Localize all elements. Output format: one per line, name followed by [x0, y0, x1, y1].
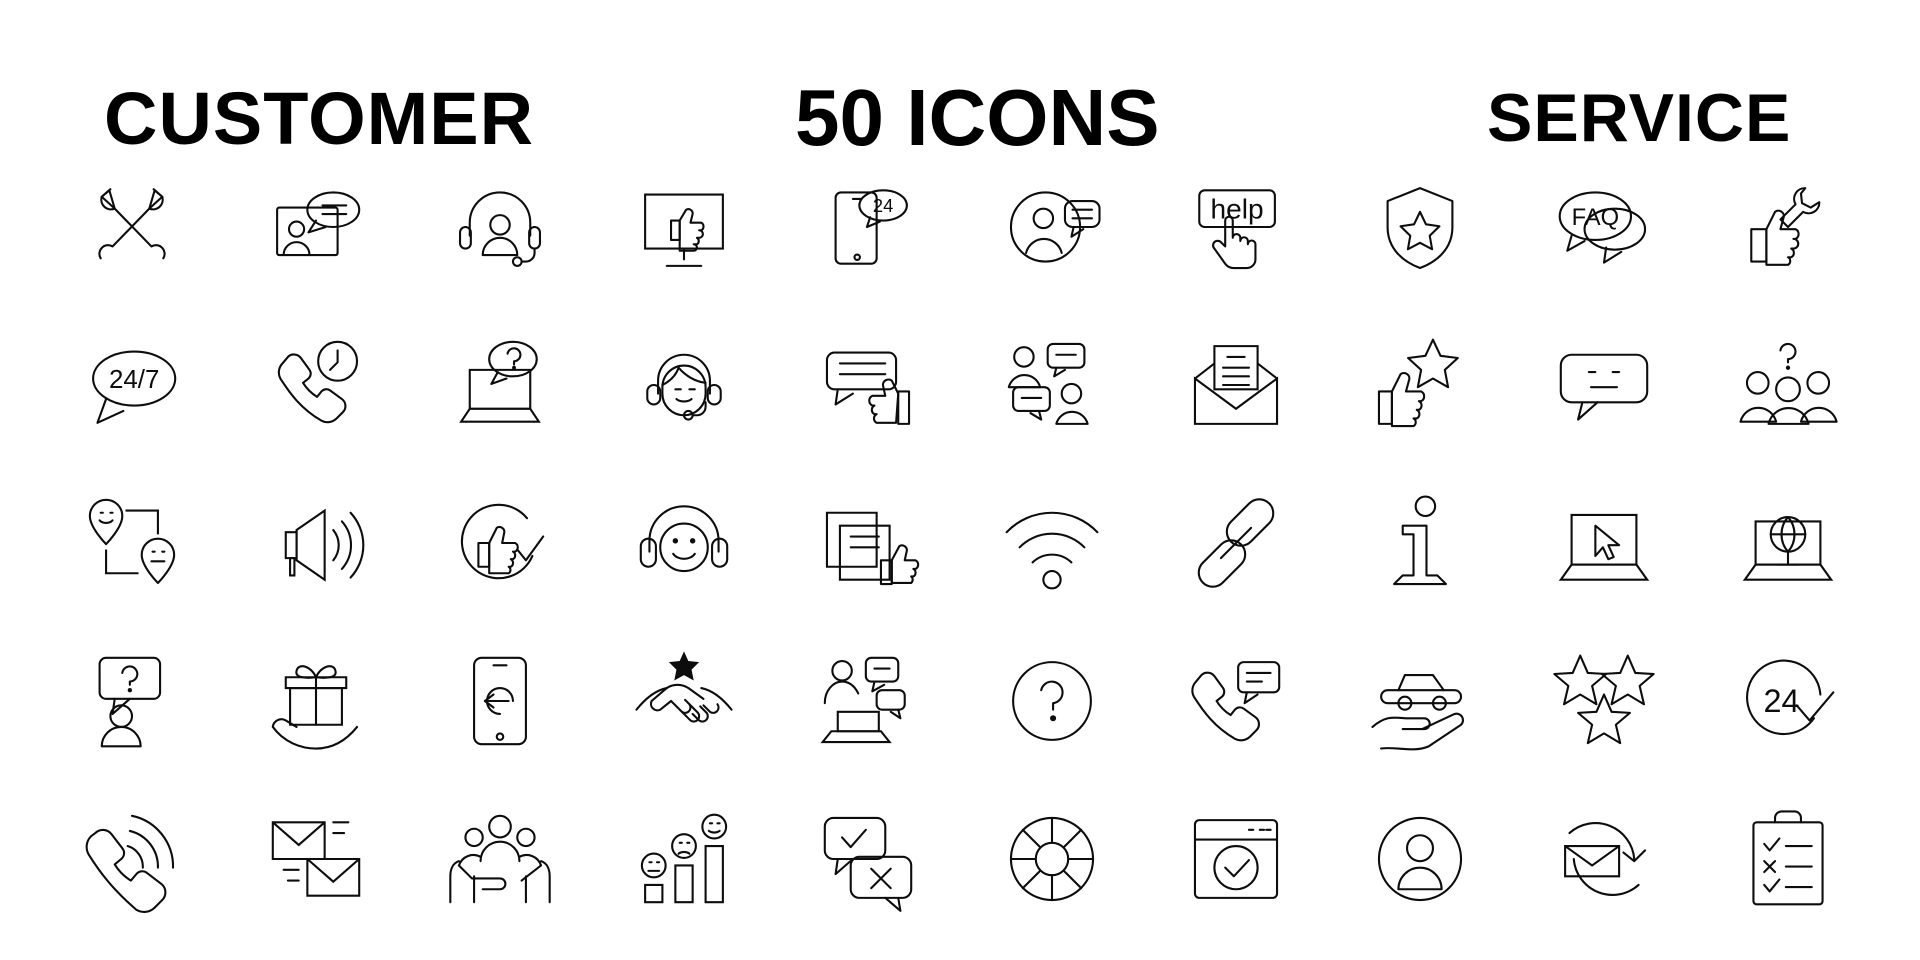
- laptop-globe-icon[interactable]: [1696, 464, 1880, 622]
- handshake-star-icon[interactable]: [592, 622, 776, 780]
- laptop-question-icon[interactable]: [408, 306, 592, 464]
- monitor-thumbs-up-icon[interactable]: [592, 148, 776, 306]
- mobile-24-label: 24: [873, 195, 893, 216]
- user-chat-bubble-icon[interactable]: [960, 148, 1144, 306]
- documents-thumbs-up-icon[interactable]: [776, 464, 960, 622]
- help-button-click-icon[interactable]: help: [1144, 148, 1328, 306]
- smiley-headphones-icon[interactable]: [592, 464, 776, 622]
- three-stars-rating-icon[interactable]: [1512, 622, 1696, 780]
- header: CUSTOMER 50 ICONS SERVICE: [0, 36, 1920, 158]
- faq-speech-bubbles-icon[interactable]: FAQ: [1512, 148, 1696, 306]
- customer-feedback-card-icon[interactable]: [224, 148, 408, 306]
- car-in-hand-icon[interactable]: [1328, 622, 1512, 780]
- crossed-wrenches-icon[interactable]: [40, 148, 224, 306]
- headset-agent-icon[interactable]: [408, 148, 592, 306]
- page-title-center: 50 ICONS: [795, 73, 1160, 162]
- help-label: help: [1211, 193, 1264, 224]
- 24-hour-label: 24: [1764, 683, 1800, 719]
- people-in-hands-icon[interactable]: [408, 780, 592, 938]
- question-circle-icon[interactable]: [960, 622, 1144, 780]
- chain-link-icon[interactable]: [1144, 464, 1328, 622]
- gift-in-hand-icon[interactable]: [224, 622, 408, 780]
- icon-sheet: CUSTOMER 50 ICONS SERVICE 24 help FAQ 24…: [0, 0, 1920, 960]
- sending-emails-icon[interactable]: [224, 780, 408, 938]
- location-feedback-icon[interactable]: [40, 464, 224, 622]
- group-question-icon[interactable]: [1696, 306, 1880, 464]
- 24-7-label: 24/7: [109, 366, 159, 394]
- icon-grid: 24 help FAQ 24/7 24: [40, 148, 1880, 938]
- phone-message-icon[interactable]: [1144, 622, 1328, 780]
- browser-check-icon[interactable]: [1144, 780, 1328, 938]
- neutral-face-bubble-icon[interactable]: [1512, 306, 1696, 464]
- phone-clock-icon[interactable]: [224, 306, 408, 464]
- page-title-left: CUSTOMER: [104, 77, 535, 160]
- laptop-cursor-icon[interactable]: [1512, 464, 1696, 622]
- 24-hour-check-icon[interactable]: 24: [1696, 622, 1880, 780]
- user-question-bubble-icon[interactable]: [40, 622, 224, 780]
- thumbs-up-star-icon[interactable]: [1328, 306, 1512, 464]
- email-refresh-icon[interactable]: [1512, 780, 1696, 938]
- faq-label: FAQ: [1572, 204, 1620, 231]
- satisfaction-chart-icon[interactable]: [592, 780, 776, 938]
- agent-laptop-chat-icon[interactable]: [776, 622, 960, 780]
- mobile-24-support-icon[interactable]: 24: [776, 148, 960, 306]
- mobile-back-arrow-icon[interactable]: [408, 622, 592, 780]
- megaphone-icon[interactable]: [224, 464, 408, 622]
- 24-7-bubble-icon[interactable]: 24/7: [40, 306, 224, 464]
- page-title-right: SERVICE: [1487, 80, 1792, 156]
- open-envelope-letter-icon[interactable]: [1144, 306, 1328, 464]
- two-users-chat-icon[interactable]: [960, 306, 1144, 464]
- ringing-phone-icon[interactable]: [40, 780, 224, 938]
- thumbs-up-approved-icon[interactable]: [408, 464, 592, 622]
- wifi-signal-icon[interactable]: [960, 464, 1144, 622]
- approve-reject-chat-icon[interactable]: [776, 780, 960, 938]
- chat-thumbs-up-icon[interactable]: [776, 306, 960, 464]
- thumbs-up-wrench-icon[interactable]: [1696, 148, 1880, 306]
- user-account-circle-icon[interactable]: [1328, 780, 1512, 938]
- information-icon[interactable]: [1328, 464, 1512, 622]
- shield-star-icon[interactable]: [1328, 148, 1512, 306]
- lifebuoy-icon[interactable]: [960, 780, 1144, 938]
- checklist-clipboard-icon[interactable]: [1696, 780, 1880, 938]
- operator-woman-headset-icon[interactable]: [592, 306, 776, 464]
